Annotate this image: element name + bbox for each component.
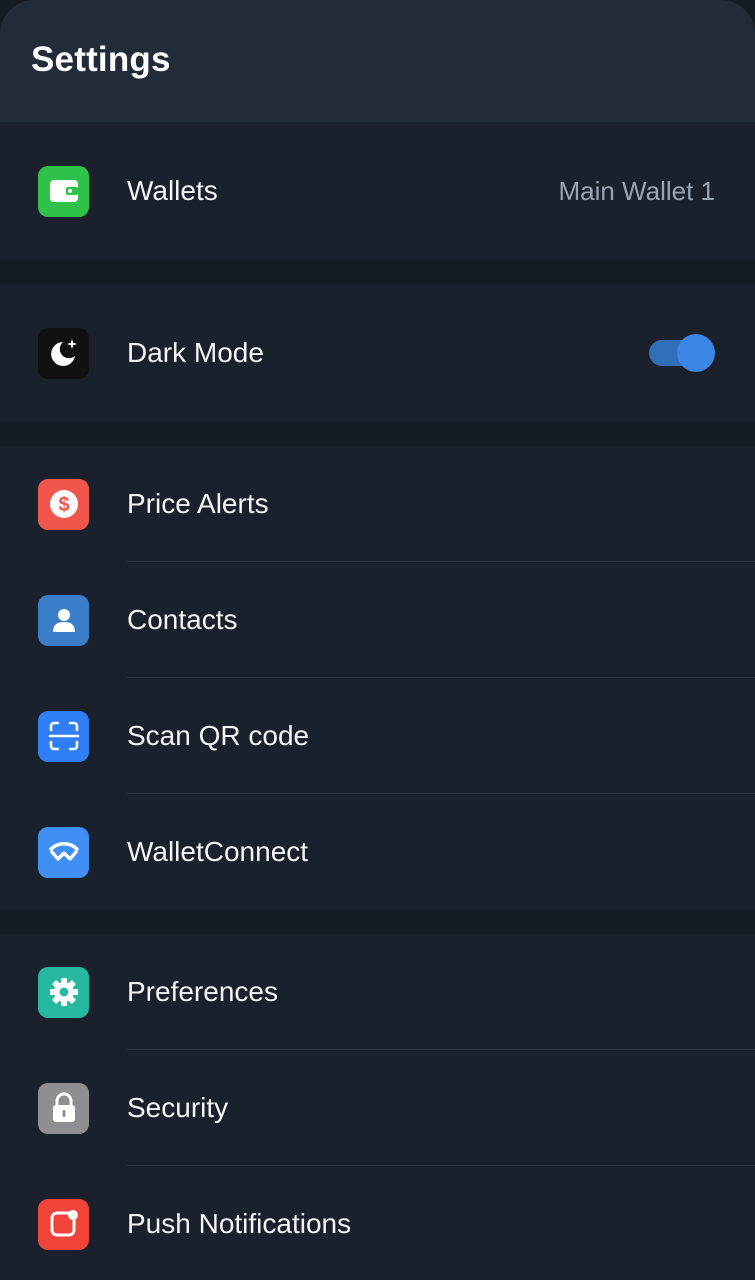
- notification-icon: [38, 1198, 89, 1250]
- wallet-icon: [38, 165, 89, 217]
- lock-icon: [38, 1082, 89, 1134]
- settings-row-label: Scan QR code: [127, 720, 310, 751]
- dark-mode-toggle[interactable]: [649, 334, 715, 372]
- settings-row-walletconnect[interactable]: WalletConnect: [0, 794, 755, 910]
- contact-icon: [38, 594, 89, 646]
- tools-group: $ Price Alerts Contacts Scan QR code Wal…: [0, 446, 755, 910]
- settings-row-label: Security: [127, 1092, 229, 1123]
- price-alert-icon: $: [38, 478, 89, 530]
- scan-icon: [38, 710, 89, 762]
- settings-row-label: WalletConnect: [127, 836, 309, 867]
- settings-row-label: Push Notifications: [127, 1208, 352, 1239]
- svg-text:$: $: [58, 494, 69, 516]
- settings-row-security[interactable]: Security: [0, 1050, 755, 1166]
- settings-row-label: Dark Mode: [127, 337, 264, 368]
- settings-row-label: Price Alerts: [127, 488, 269, 519]
- settings-row-label: Wallets: [127, 175, 218, 206]
- group-spacer: [0, 260, 755, 284]
- gear-icon: [38, 966, 89, 1018]
- settings-row-label: Contacts: [127, 604, 238, 635]
- settings-screen: Settings Wallets Main Wallet 1 Dark Mode…: [0, 0, 755, 1280]
- wallets-group: Wallets Main Wallet 1: [0, 122, 755, 260]
- header: Settings: [0, 0, 755, 122]
- app-settings-group: Preferences Security Push Notifications: [0, 934, 755, 1280]
- settings-row-dark-mode[interactable]: Dark Mode: [0, 284, 755, 422]
- settings-row-wallets[interactable]: Wallets Main Wallet 1: [0, 122, 755, 260]
- wallet-name-value: Main Wallet 1: [558, 175, 715, 206]
- settings-row-price-alerts[interactable]: $ Price Alerts: [0, 446, 755, 562]
- settings-row-push-notifications[interactable]: Push Notifications: [0, 1166, 755, 1280]
- appearance-group: Dark Mode: [0, 284, 755, 422]
- group-spacer: [0, 422, 755, 446]
- settings-row-scan-qr[interactable]: Scan QR code: [0, 678, 755, 794]
- group-spacer: [0, 910, 755, 934]
- settings-row-contacts[interactable]: Contacts: [0, 562, 755, 678]
- toggle-knob: [677, 334, 715, 372]
- page-title: Settings: [31, 40, 171, 79]
- settings-row-preferences[interactable]: Preferences: [0, 934, 755, 1050]
- walletconnect-icon: [38, 826, 89, 878]
- settings-row-label: Preferences: [127, 976, 278, 1007]
- moon-icon: [38, 327, 89, 379]
